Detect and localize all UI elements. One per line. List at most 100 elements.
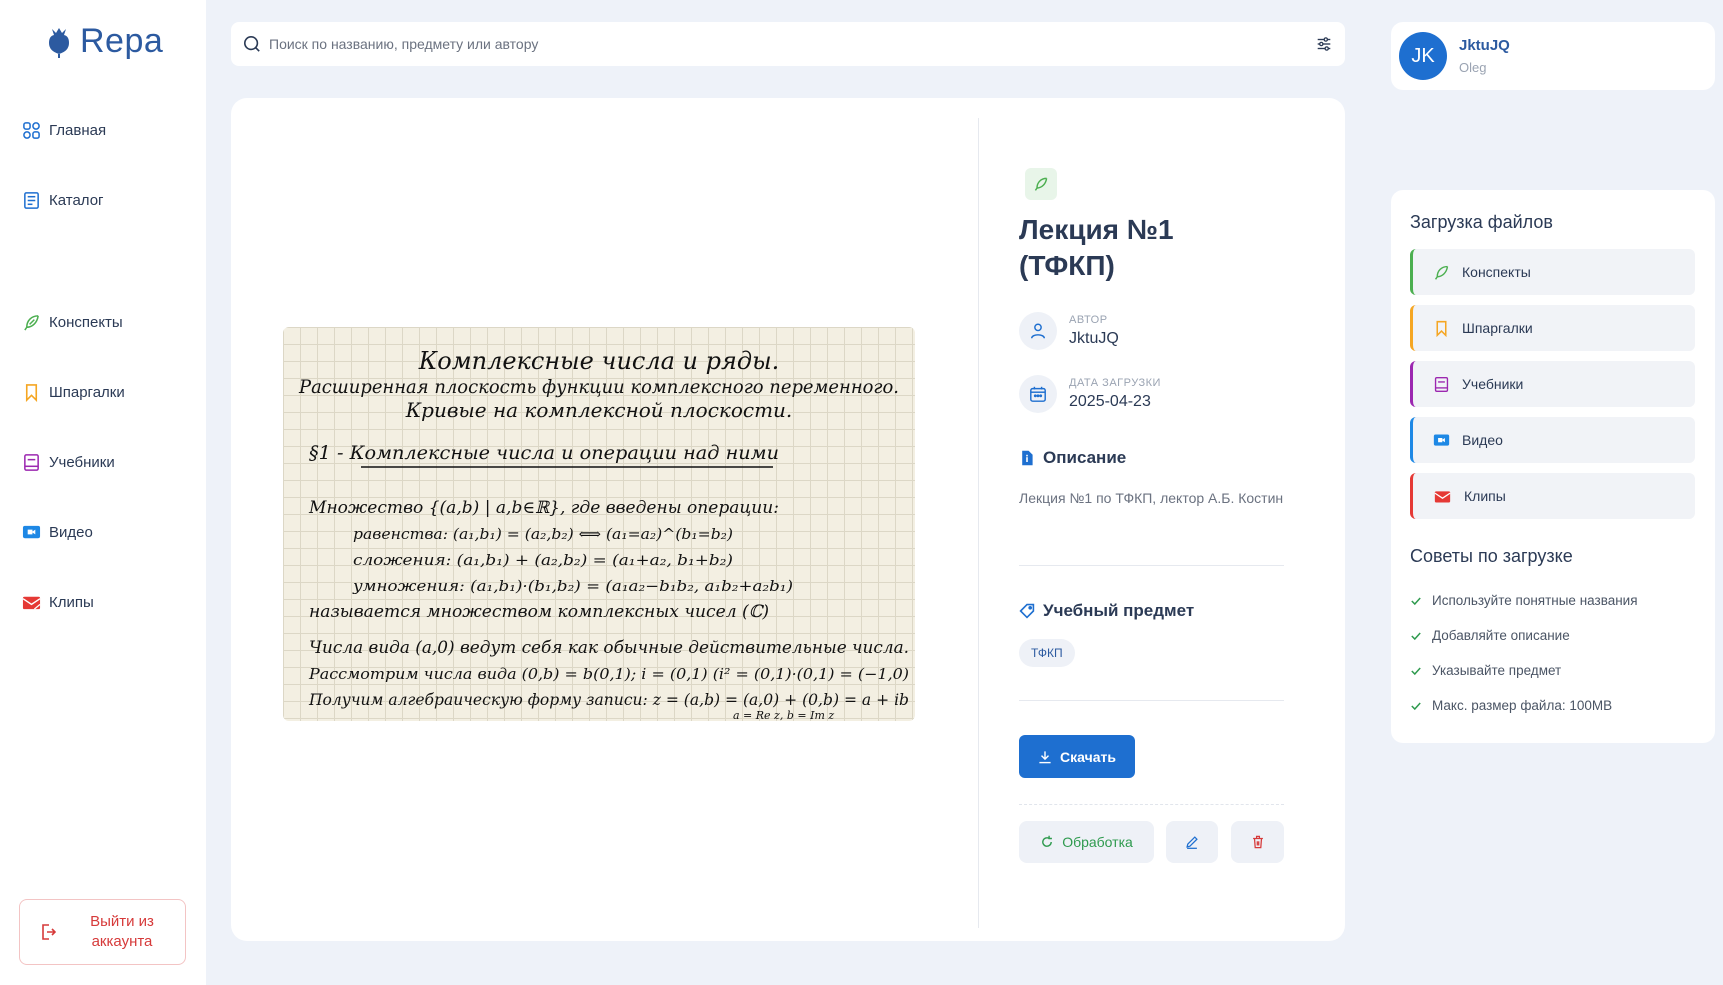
- check-icon: [1411, 666, 1421, 675]
- preview-line: называется множеством комплексных чисел …: [309, 602, 769, 622]
- download-button[interactable]: Скачать: [1019, 735, 1135, 778]
- app-name: Repa: [80, 22, 164, 60]
- tips-title: Советы по загрузке: [1410, 546, 1573, 566]
- feather-icon: [1034, 177, 1048, 191]
- author-value[interactable]: JktuJQ: [1069, 330, 1119, 348]
- search-input[interactable]: [269, 36, 1307, 52]
- check-icon: [1411, 631, 1421, 640]
- book-icon: [1434, 376, 1449, 392]
- preview-line: Получим алгебраическую форму записи: z =…: [308, 690, 909, 709]
- description-heading: Описание: [1019, 448, 1126, 468]
- tip-text: Добавляйте описание: [1432, 628, 1570, 643]
- edit-icon: [1186, 836, 1198, 849]
- preview-line: §1 - Комплексные числа и операции над ни…: [309, 442, 779, 464]
- preview-line: a = Re z, b = Im z: [733, 709, 834, 721]
- date-label: ДАТА ЗАГРУЗКИ: [1069, 377, 1161, 389]
- upload-item-clips[interactable]: Клипы: [1410, 473, 1695, 519]
- sidebar-item-label: Клипы: [49, 594, 94, 611]
- user-icon: [1019, 312, 1057, 350]
- document-card: Комплексные числа и ряды. Расширенная пл…: [231, 98, 1345, 941]
- catalog-icon: [24, 192, 39, 209]
- preview-line: Числа вида (a,0) ведут себя как обычные …: [309, 638, 909, 658]
- sidebar-item-video[interactable]: Видео: [22, 523, 93, 542]
- upload-item-label: Конспекты: [1462, 264, 1531, 280]
- date-value: 2025-04-23: [1069, 393, 1151, 410]
- document-preview[interactable]: Комплексные числа и ряды. Расширенная пл…: [283, 327, 915, 721]
- date-meta: ДАТА ЗАГРУЗКИ 2025-04-23: [1019, 375, 1161, 413]
- calendar-icon: [1019, 375, 1057, 413]
- author-meta: АВТОР JktuJQ: [1019, 312, 1119, 350]
- filter-icon[interactable]: [1315, 35, 1333, 53]
- sidebar-item-clips[interactable]: Клипы: [22, 593, 94, 612]
- upload-item-label: Клипы: [1464, 488, 1506, 504]
- bookmark-icon: [25, 384, 38, 402]
- feather-icon: [24, 315, 39, 331]
- sidebar-item-textbooks[interactable]: Учебники: [22, 453, 115, 472]
- tip-text: Указывайте предмет: [1432, 663, 1562, 678]
- subject-tag[interactable]: ТФКП: [1019, 639, 1075, 667]
- preview-line: умножения: (a₁,b₁)·(b₁,b₂) = (a₁a₂−b₁b₂,…: [352, 577, 793, 595]
- beet-logo-icon: [49, 27, 69, 58]
- avatar: JK: [1399, 32, 1447, 80]
- trash-icon: [1252, 835, 1263, 849]
- subject-heading: Учебный предмет: [1019, 601, 1194, 621]
- upload-item-video[interactable]: Видео: [1410, 417, 1695, 463]
- tip-text: Используйте понятные названия: [1432, 593, 1638, 608]
- processing-button[interactable]: Обработка: [1019, 821, 1154, 863]
- preview-line: Множество {(a,b) | a,b∈ℝ}, где введены о…: [308, 498, 779, 518]
- handwritten-page: Комплексные числа и ряды. Расширенная пл…: [298, 347, 909, 721]
- delete-button[interactable]: [1231, 821, 1284, 863]
- divider: [1019, 804, 1284, 805]
- clips-icon: [22, 596, 41, 610]
- sidebar-item-label: Каталог: [49, 192, 104, 209]
- sidebar-item-notes[interactable]: Конспекты: [22, 313, 123, 332]
- subject-heading-text: Учебный предмет: [1043, 601, 1195, 620]
- type-badge: [1025, 168, 1057, 200]
- refresh-icon: [1042, 835, 1053, 847]
- document-title: Лекция №1 (ТФКП): [1019, 214, 1174, 281]
- bookmark-icon: [1436, 320, 1447, 337]
- preview-line: Расширенная плоскость функции комплексно…: [298, 376, 899, 398]
- download-label: Скачать: [1060, 748, 1116, 765]
- tip-item: Используйте понятные названия: [1410, 593, 1638, 608]
- search-icon: [243, 35, 260, 52]
- sidebar-item-label: Учебники: [49, 454, 115, 471]
- description-text: Лекция №1 по ТФКП, лектор А.Б. Костин: [1019, 490, 1284, 506]
- video-icon: [22, 525, 41, 539]
- search-bar: [231, 22, 1345, 66]
- logout-button[interactable]: Выйти из аккаунта: [19, 899, 186, 965]
- sidebar-item-label: Главная: [49, 122, 107, 139]
- preview-line: Комплексные числа и ряды.: [418, 347, 780, 375]
- sidebar-item-catalog[interactable]: Каталог: [22, 191, 104, 210]
- edit-button[interactable]: [1166, 821, 1218, 863]
- tip-text: Макс. размер файла: 100MB: [1432, 698, 1613, 713]
- panel-divider: [978, 118, 979, 928]
- check-icon: [1411, 701, 1421, 710]
- sidebar-item-home[interactable]: Главная: [22, 121, 106, 140]
- user-name: JktuJQ: [1459, 37, 1510, 54]
- logout-icon: [42, 924, 56, 940]
- divider: [1019, 565, 1284, 566]
- feather-icon: [1434, 265, 1449, 280]
- divider: [1019, 700, 1284, 701]
- sidebar-item-cheatsheets[interactable]: Шпаргалки: [22, 383, 125, 402]
- upload-panel: Загрузка файлов Конспекты Шпаргалки Учеб…: [1391, 190, 1715, 743]
- grid-icon: [23, 122, 40, 139]
- sidebar-item-label: Конспекты: [49, 314, 123, 331]
- preview-line: Рассмотрим числа вида (0,b) = b(0,1); i …: [308, 665, 909, 683]
- upload-item-notes[interactable]: Конспекты: [1410, 249, 1695, 295]
- logo[interactable]: Repa: [46, 22, 163, 61]
- preview-line: Кривые на комплексной плоскости.: [405, 398, 793, 422]
- clips-icon: [1434, 490, 1451, 502]
- sidebar-item-label: Шпаргалки: [49, 384, 125, 401]
- description-heading-text: Описание: [1043, 448, 1127, 467]
- check-icon: [1411, 596, 1421, 605]
- sidebar: Repa Главная Каталог Конспекты Шпаргалки…: [0, 0, 206, 985]
- upload-title: Загрузка файлов: [1410, 212, 1553, 232]
- upload-item-textbooks[interactable]: Учебники: [1410, 361, 1695, 407]
- upload-item-cheatsheets[interactable]: Шпаргалки: [1410, 305, 1695, 351]
- processing-label: Обработка: [1062, 834, 1133, 850]
- author-label: АВТОР: [1069, 314, 1108, 326]
- user-card[interactable]: JK JktuJQ Oleg: [1391, 22, 1715, 90]
- document-icon: [1022, 450, 1033, 466]
